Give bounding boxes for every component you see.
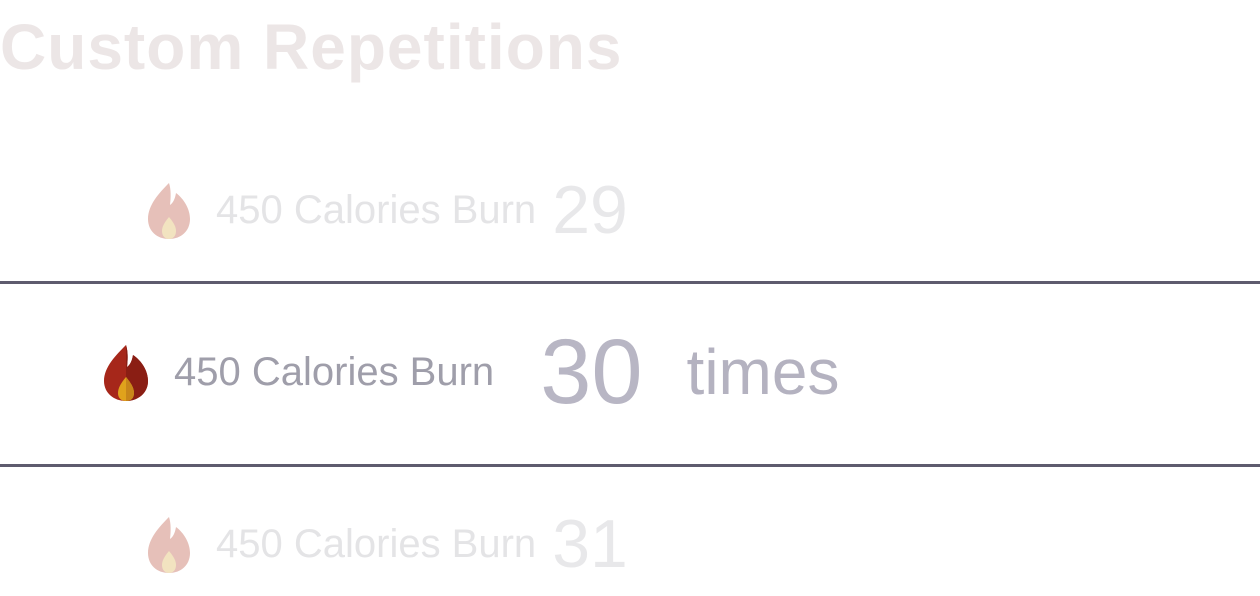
calories-label: 450 Calories Burn xyxy=(216,521,537,566)
selection-divider-top xyxy=(0,281,1260,284)
repetition-count: 31 xyxy=(552,506,628,582)
repetition-count-selected: 30 xyxy=(540,321,643,423)
flame-icon xyxy=(146,181,192,239)
calories-label: 450 Calories Burn xyxy=(174,349,495,394)
picker-item-30-selected[interactable]: 450 Calories Burn 30 times xyxy=(102,326,839,418)
custom-repetitions-screen: Custom Repetitions 450 Calories Burn 29 … xyxy=(0,0,1260,596)
page-title: Custom Repetitions xyxy=(0,11,623,83)
picker-item-31[interactable]: 450 Calories Burn 31 xyxy=(146,510,628,578)
repetition-count: 29 xyxy=(552,172,628,248)
calories-label: 450 Calories Burn xyxy=(216,187,537,232)
selection-divider-bottom xyxy=(0,464,1260,467)
repetition-unit: times xyxy=(686,336,840,408)
picker-item-29[interactable]: 450 Calories Burn 29 xyxy=(146,176,628,244)
flame-icon xyxy=(146,515,192,573)
flame-icon xyxy=(102,343,150,401)
